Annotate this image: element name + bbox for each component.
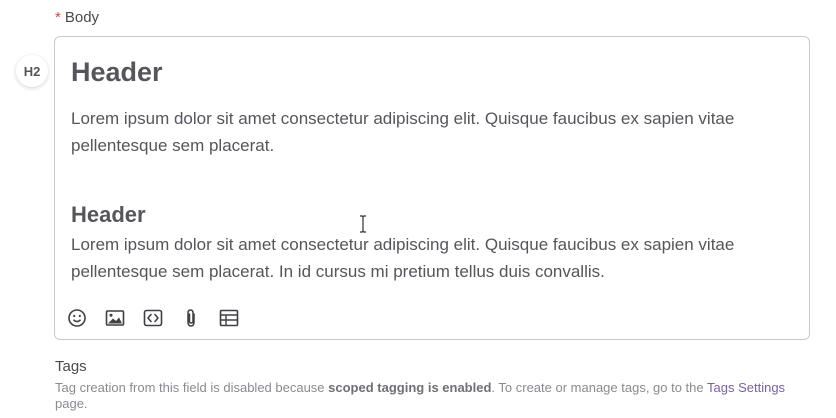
tags-settings-link[interactable]: Tags Settings — [707, 380, 785, 395]
table-icon[interactable] — [218, 307, 240, 329]
editor-paragraph-1[interactable]: Lorem ipsum dolor sit amet consectetur a… — [71, 105, 795, 159]
code-icon[interactable] — [142, 307, 164, 329]
text-cursor-icon — [360, 215, 366, 233]
attachment-icon[interactable] — [180, 307, 202, 329]
required-marker: * — [55, 9, 61, 26]
tags-help-bold: scoped tagging is enabled — [328, 380, 492, 395]
heading-level-badge[interactable]: H2 — [16, 55, 48, 87]
editor-content[interactable]: Header Lorem ipsum dolor sit amet consec… — [71, 55, 795, 281]
editor-heading-2[interactable]: Header — [71, 201, 146, 229]
editor-heading-1[interactable]: Header — [71, 55, 795, 89]
body-field-label: * Body — [55, 9, 99, 26]
image-icon[interactable] — [104, 307, 126, 329]
body-label-text: Body — [64, 9, 100, 26]
editor-paragraph-2[interactable]: Lorem ipsum dolor sit amet consectetur a… — [71, 231, 795, 285]
tags-field-label: Tags — [55, 358, 87, 375]
tags-help-suffix: page. — [55, 396, 88, 411]
tags-help-prefix: Tag creation from this field is disabled… — [55, 380, 329, 395]
tags-help-text: Tag creation from this field is disabled… — [55, 380, 815, 412]
editor-toolbar — [66, 307, 240, 329]
tags-help-middle: . To create or manage tags, go to the — [491, 380, 708, 395]
rich-text-editor[interactable]: Header Lorem ipsum dolor sit amet consec… — [54, 36, 810, 340]
emoji-icon[interactable] — [66, 307, 88, 329]
body-editor-form: * Body H2 Header Lorem ipsum dolor sit a… — [0, 0, 836, 418]
